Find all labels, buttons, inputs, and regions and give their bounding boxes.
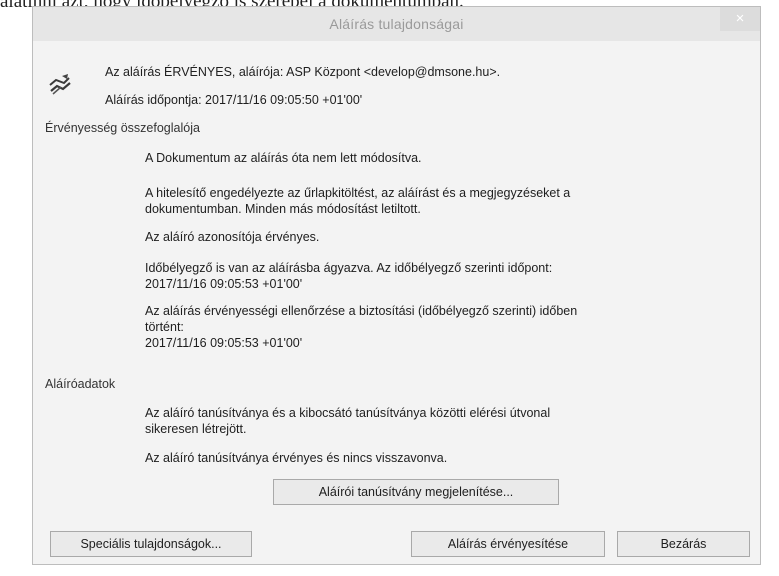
validity-item: Időbélyegző is van az aláírásba ágyazva.… bbox=[145, 261, 553, 291]
validity-item: A Dokumentum az aláírás óta nem lett mód… bbox=[145, 151, 422, 165]
signing-time-line: Aláírás időpontja: 2017/11/16 09:05:50 +… bbox=[105, 93, 363, 107]
signature-status-line: Az aláírás ÉRVÉNYES, aláírója: ASP Közpo… bbox=[105, 65, 501, 79]
close-button[interactable]: Bezárás bbox=[617, 531, 750, 557]
signer-item: Az aláíró tanúsítványa és a kibocsátó ta… bbox=[145, 406, 551, 436]
signer-item: Az aláíró tanúsítványa érvényes és nincs… bbox=[145, 451, 448, 465]
validity-item: A hitelesítő engedélyezte az űrlapkitölt… bbox=[145, 186, 571, 216]
title-bar[interactable]: Aláírás tulajdonságai × bbox=[33, 7, 760, 41]
validity-summary-heading: Érvényesség összefoglalója bbox=[45, 121, 200, 135]
validity-item: Az aláírás érvényességi ellenőrzése a bi… bbox=[145, 304, 578, 350]
validate-signature-button[interactable]: Aláírás érvényesítése bbox=[411, 531, 605, 557]
signature-icon bbox=[49, 74, 71, 95]
special-properties-button[interactable]: Speciális tulajdonságok... bbox=[50, 531, 252, 557]
dialog-title: Aláírás tulajdonságai bbox=[329, 16, 464, 32]
validity-item: Az aláíró azonosítója érvényes. bbox=[145, 230, 320, 244]
close-icon[interactable]: × bbox=[720, 7, 760, 31]
signer-data-heading: Aláíróadatok bbox=[45, 377, 116, 391]
signature-properties-dialog: Aláírás tulajdonságai × Az aláírás ÉRVÉN… bbox=[32, 6, 761, 565]
show-signer-certificate-button[interactable]: Aláírói tanúsítvány megjelenítése... bbox=[273, 479, 559, 505]
